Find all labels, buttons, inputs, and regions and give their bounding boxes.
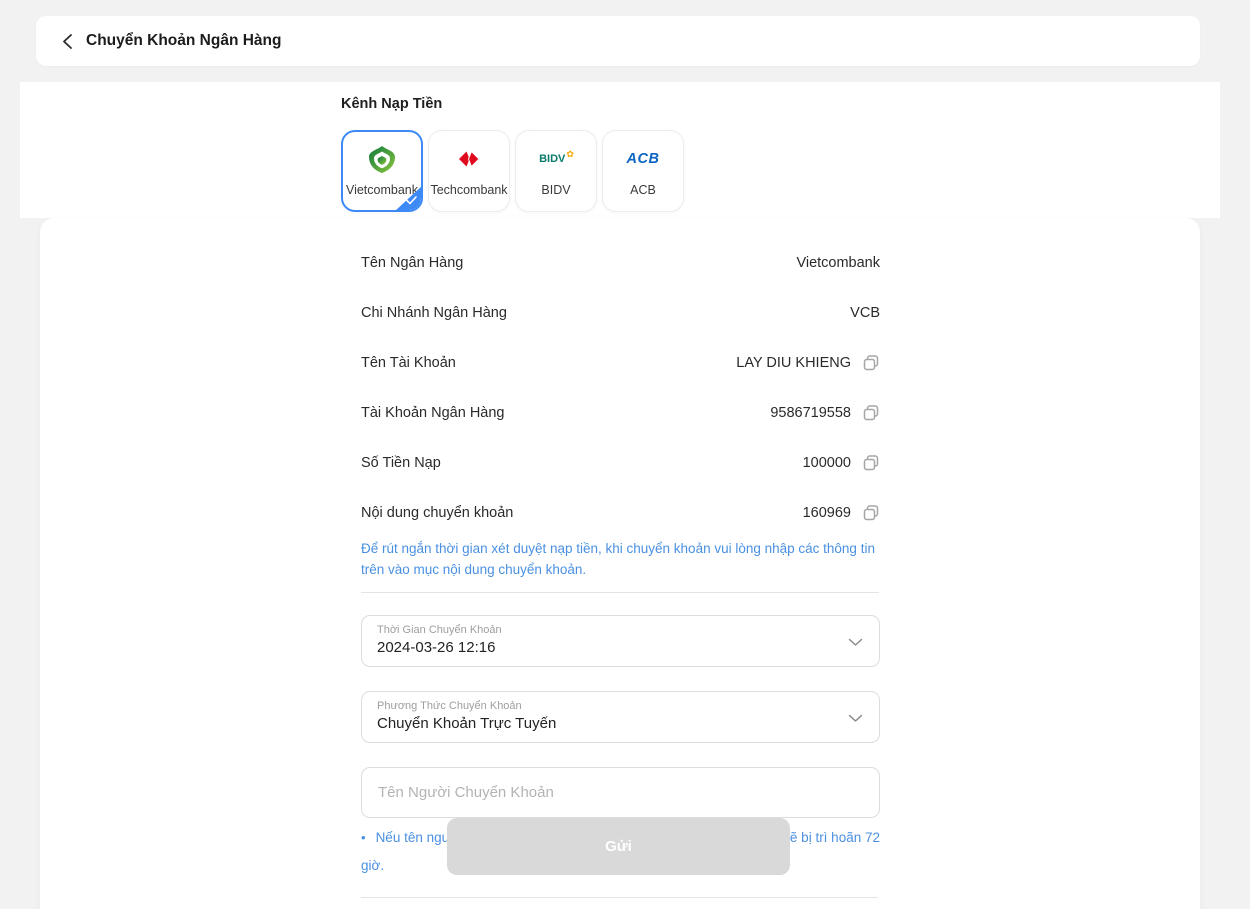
page-title: Chuyển Khoản Ngân Hàng — [86, 32, 281, 50]
bidv-logo-icon: BIDV✿ — [539, 144, 573, 174]
transfer-detail-card: Tên Ngân Hàng Vietcombank Chi Nhánh Ngân… — [40, 218, 1200, 909]
chevron-left-icon — [62, 33, 73, 50]
bank-branch-value: VCB — [850, 305, 880, 321]
transfer-time-label: Thời Gian Chuyển Khoản — [377, 624, 863, 636]
chevron-down-icon — [848, 714, 863, 723]
bidv-flower-icon: ✿ — [566, 149, 574, 160]
row-account-name: Tên Tài Khoản LAY DIU KHIENG — [361, 338, 880, 388]
divider — [361, 897, 878, 898]
row-transfer-content: Nội dung chuyển khoản 160969 — [361, 488, 880, 538]
bank-detail-rows: Tên Ngân Hàng Vietcombank Chi Nhánh Ngân… — [361, 238, 880, 538]
copy-transfer-content-button[interactable] — [862, 504, 880, 522]
copy-account-name-button[interactable] — [862, 354, 880, 372]
bank-card-label: BIDV — [541, 183, 570, 197]
transfer-content-value: 160969 — [803, 505, 851, 521]
copy-account-number-button[interactable] — [862, 404, 880, 422]
transfer-time-value: 2024-03-26 12:16 — [377, 639, 863, 656]
acb-logo-icon: ACB — [627, 144, 660, 174]
copy-icon — [862, 354, 880, 372]
bank-name-value: Vietcombank — [796, 255, 880, 271]
sender-name-input[interactable] — [361, 767, 880, 818]
techcombank-logo-icon — [457, 144, 481, 174]
submit-button[interactable]: Gửi — [447, 818, 790, 875]
bank-card-acb[interactable]: ACB ACB — [602, 130, 684, 212]
copy-icon — [862, 454, 880, 472]
row-deposit-amount: Số Tiền Nạp 100000 — [361, 438, 880, 488]
deposit-channel-section: Kênh Nạp Tiền Vietcombank — [20, 82, 1220, 218]
transfer-time-select[interactable]: Thời Gian Chuyển Khoản 2024-03-26 12:16 — [361, 615, 880, 667]
deposit-amount-value: 100000 — [803, 455, 851, 471]
account-number-value: 9586719558 — [770, 405, 851, 421]
bank-card-label: Techcombank — [430, 183, 507, 197]
bank-card-list: Vietcombank Techcombank BIDV✿ BIDV — [341, 130, 684, 212]
bank-card-techcombank[interactable]: Techcombank — [428, 130, 510, 212]
transfer-method-select[interactable]: Phương Thức Chuyển Khoản Chuyển Khoản Tr… — [361, 691, 880, 743]
row-bank-name: Tên Ngân Hàng Vietcombank — [361, 238, 880, 288]
bank-card-label: Vietcombank — [346, 183, 418, 197]
check-icon — [406, 196, 417, 205]
transfer-instruction-note: Để rút ngắn thời gian xét duyệt nạp tiền… — [361, 538, 880, 580]
copy-icon — [862, 404, 880, 422]
row-bank-branch: Chi Nhánh Ngân Hàng VCB — [361, 288, 880, 338]
bank-card-label: ACB — [630, 183, 656, 197]
back-button[interactable] — [56, 30, 78, 52]
page-header: Chuyển Khoản Ngân Hàng — [36, 16, 1200, 66]
transfer-method-value: Chuyển Khoản Trực Tuyến — [377, 715, 863, 732]
copy-amount-button[interactable] — [862, 454, 880, 472]
chevron-down-icon — [848, 638, 863, 647]
warning-text-end: sẽ bị trì hoãn 72 — [783, 824, 880, 852]
transfer-method-label: Phương Thức Chuyển Khoản — [377, 700, 863, 712]
account-name-value: LAY DIU KHIENG — [736, 355, 851, 371]
copy-icon — [862, 504, 880, 522]
divider — [361, 592, 879, 593]
bank-card-vietcombank[interactable]: Vietcombank — [341, 130, 423, 212]
row-account-number: Tài Khoản Ngân Hàng 9586719558 — [361, 388, 880, 438]
vietcombank-logo-icon — [367, 144, 397, 174]
bank-card-bidv[interactable]: BIDV✿ BIDV — [515, 130, 597, 212]
bullet-icon: • — [361, 824, 366, 852]
deposit-channel-heading: Kênh Nạp Tiền — [341, 96, 442, 112]
